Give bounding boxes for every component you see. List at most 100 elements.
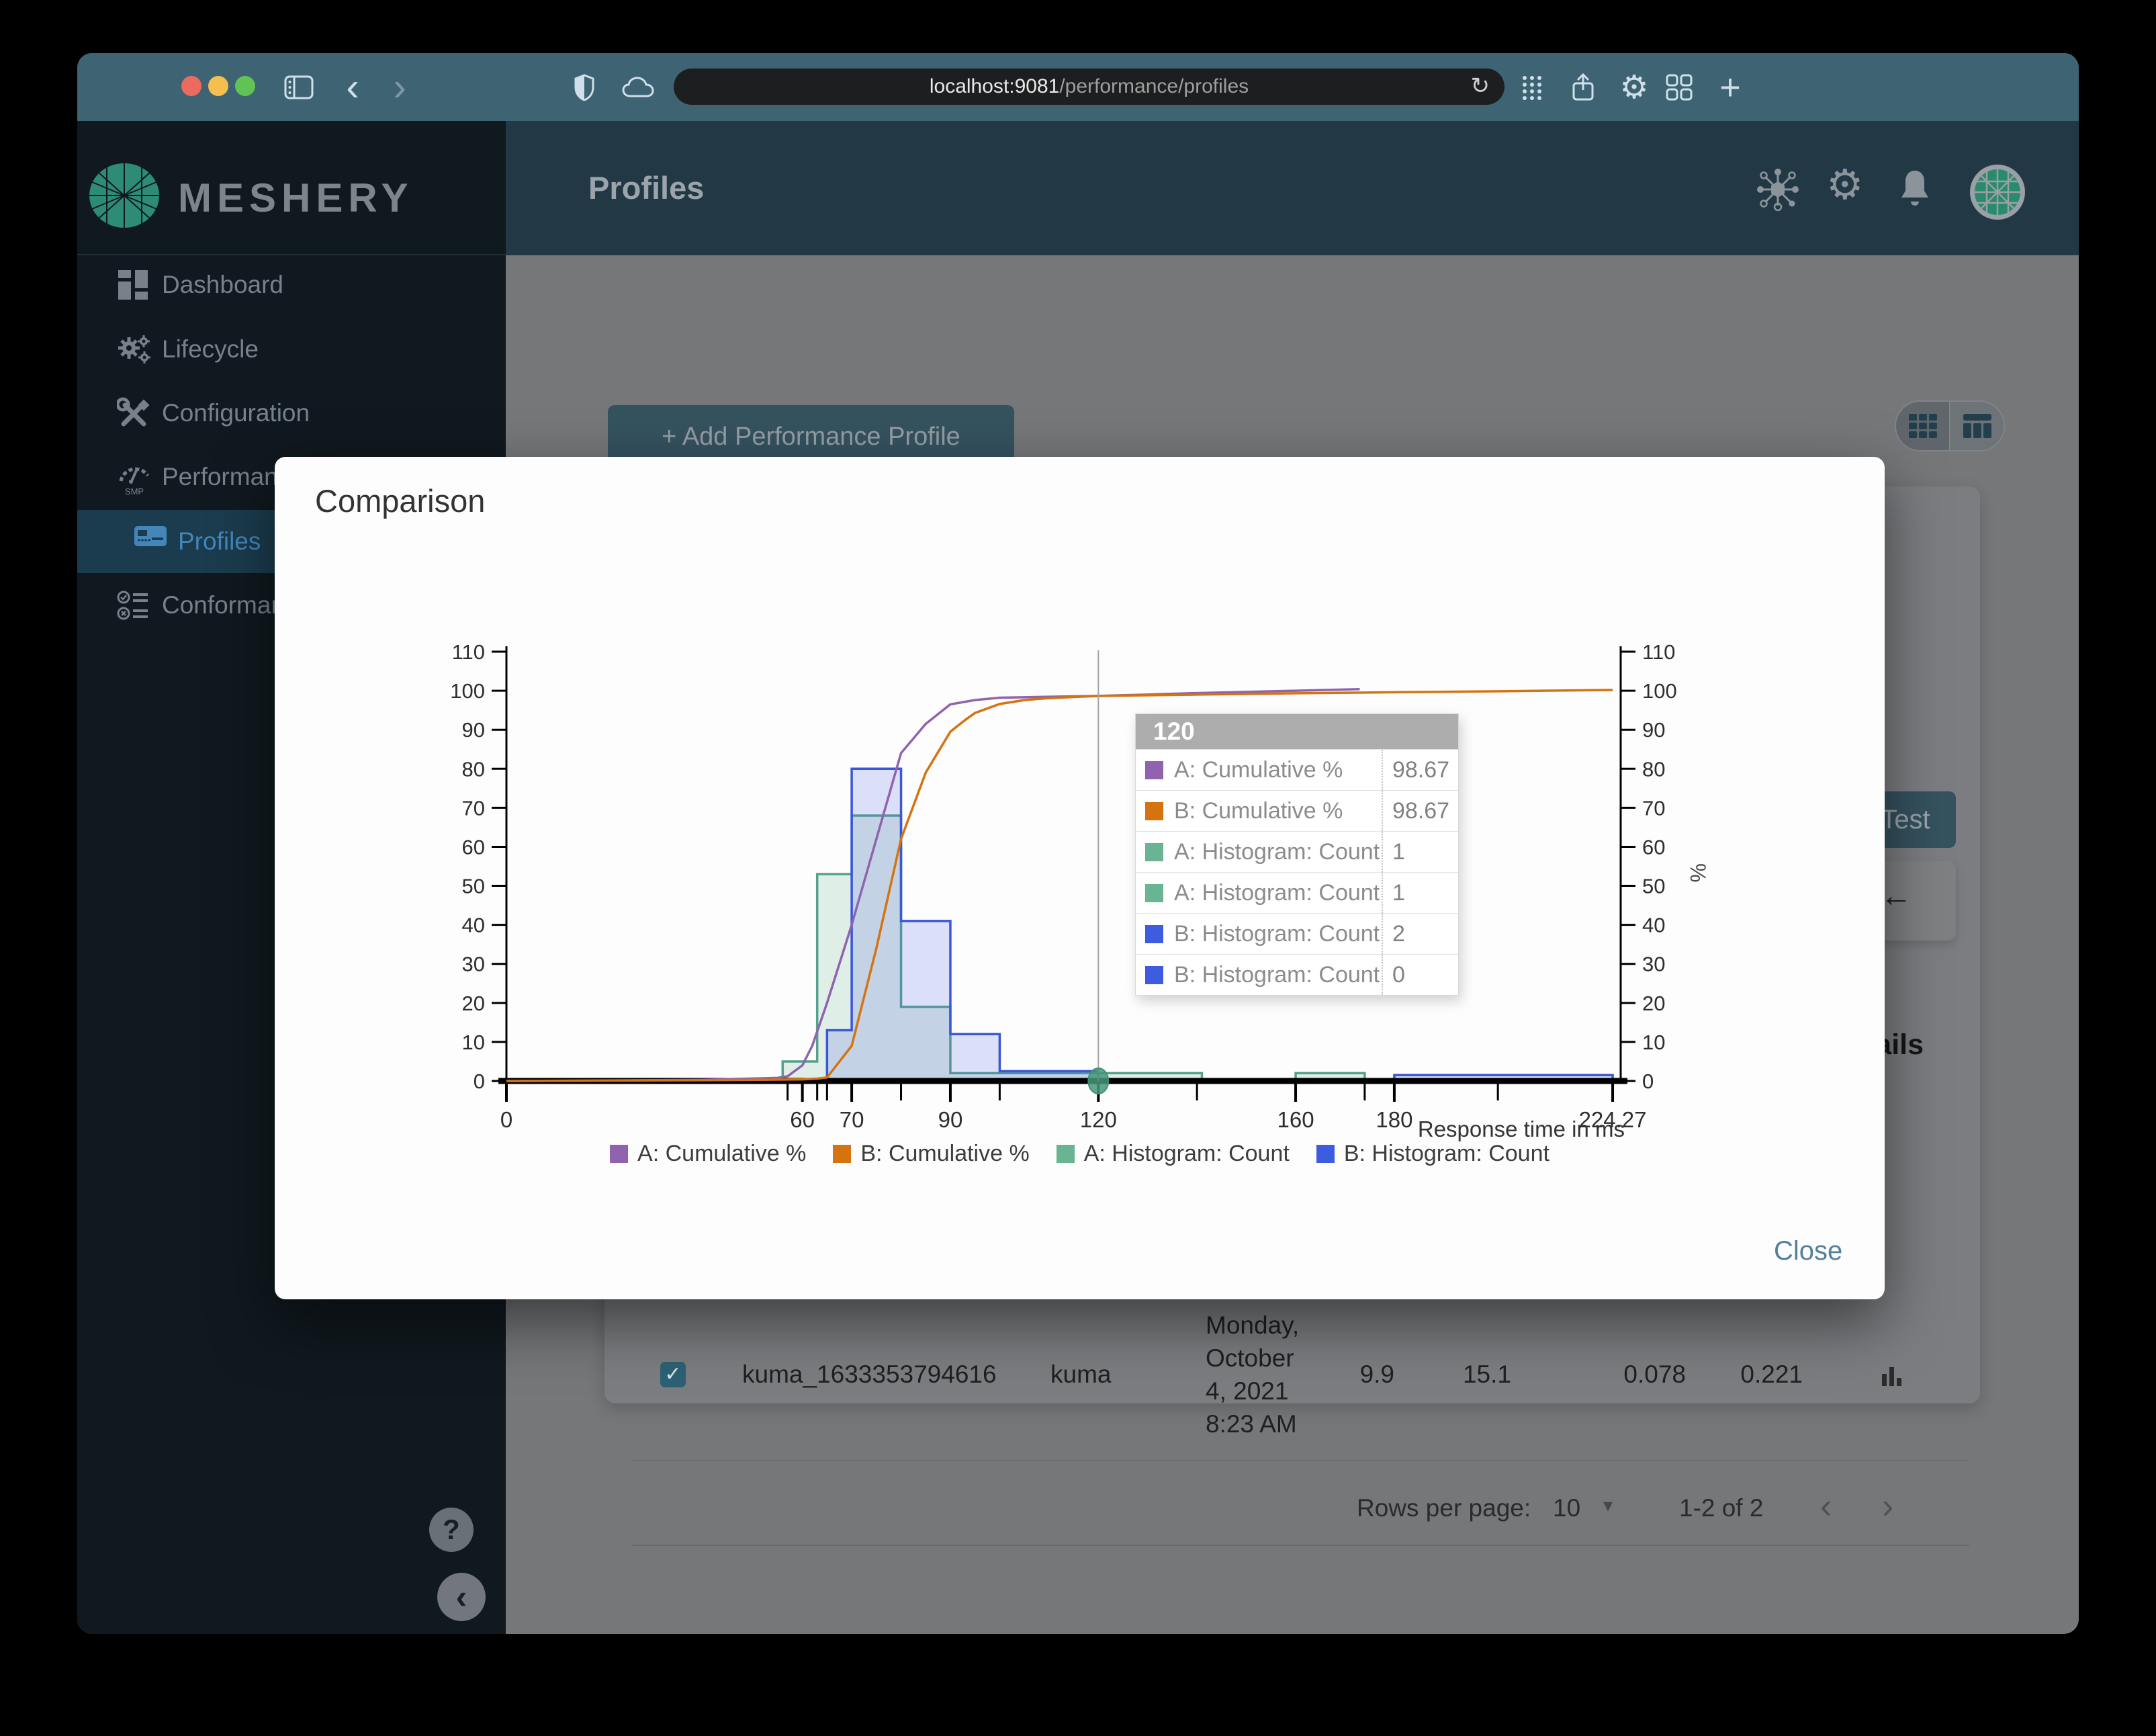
y-axis-tick-right: 70 — [1642, 796, 1665, 820]
row-mesh: kuma — [1050, 1360, 1112, 1388]
y-axis-tick-right: 110 — [1642, 640, 1675, 664]
chevron-down-icon[interactable]: ▾ — [1603, 1494, 1613, 1516]
avatar[interactable] — [1969, 164, 2026, 224]
legend-swatch — [1056, 1145, 1075, 1163]
tooltip-row: B: Histogram: Count 2 — [1136, 913, 1458, 954]
legend-label: B: Cumulative % — [860, 1141, 1030, 1166]
row-duration: 15.1 — [1462, 1360, 1511, 1388]
row-name[interactable]: kuma_1633353794616 — [742, 1360, 997, 1389]
table-view-button[interactable] — [1950, 402, 2004, 450]
sidebar-item-configuration[interactable]: Configuration — [77, 382, 506, 445]
tooltip-row: B: Histogram: Count 0 — [1136, 954, 1458, 995]
sidebar-item-dashboard[interactable]: Dashboard — [77, 253, 506, 316]
rows-per-page-select[interactable]: 10 — [1553, 1494, 1580, 1522]
row-qps: 9.9 — [1359, 1360, 1394, 1388]
notifications-bell-icon[interactable] — [1897, 168, 1932, 213]
url-path: /performance/profiles — [1059, 75, 1249, 97]
previous-page-button[interactable]: ‹ — [1820, 1486, 1832, 1526]
y-axis-label-right: % — [1686, 863, 1710, 882]
x-axis-tick: 180 — [1376, 1107, 1412, 1132]
legend-item[interactable]: A: Histogram: Count — [1056, 1141, 1290, 1167]
row-date-line: October — [1206, 1344, 1294, 1372]
cloud-icon[interactable] — [618, 53, 658, 121]
tooltip-label: A: Histogram: Count — [1174, 838, 1380, 865]
tab-grid-icon[interactable] — [1512, 53, 1552, 121]
tooltip-title: 120 — [1136, 714, 1458, 749]
legend-item[interactable]: A: Cumulative % — [610, 1141, 806, 1167]
settings-gear-icon[interactable]: ⚙ — [1614, 53, 1654, 121]
browser-toolbar: ‹ › localhost:9081/performance/profiles … — [77, 53, 2079, 121]
traffic-zoom-button[interactable] — [235, 76, 255, 96]
row-chart-icon[interactable] — [1878, 1362, 1905, 1395]
tooltip-value: 98.67 — [1382, 791, 1458, 831]
tooltip-row: A: Histogram: Count 1 — [1136, 831, 1458, 872]
legend-item[interactable]: B: Histogram: Count — [1316, 1141, 1549, 1167]
y-axis-tick-left: 110 — [452, 640, 485, 664]
pagination-range: 1-2 of 2 — [1679, 1494, 1764, 1522]
legend-swatch — [610, 1145, 629, 1163]
legend-item[interactable]: B: Cumulative % — [833, 1141, 1030, 1167]
x-axis-tick: 60 — [790, 1107, 815, 1132]
reload-icon[interactable]: ↻ — [1471, 73, 1490, 99]
forward-button[interactable]: › — [379, 53, 420, 121]
tooltip-swatch — [1145, 965, 1163, 984]
tooltip-swatch — [1145, 761, 1163, 779]
tooltip-swatch — [1145, 801, 1163, 820]
sidebar-toggle-icon[interactable] — [279, 53, 319, 121]
close-button[interactable]: Close — [1774, 1236, 1842, 1266]
url-host: localhost:9081 — [929, 75, 1060, 97]
comparison-modal: Comparison 0 0 10 10 20 20 30 30 40 40 50 50 60 60 70 7… — [275, 457, 1885, 1299]
sidebar-item-label: Dashboard — [162, 271, 284, 298]
row-date-line: 4, 2021 — [1206, 1377, 1289, 1405]
new-tab-plus-icon[interactable]: + — [1710, 53, 1750, 121]
x-axis-tick: 160 — [1277, 1107, 1314, 1132]
tooltip-value: 98.67 — [1382, 750, 1458, 790]
y-axis-tick-right: 0 — [1642, 1070, 1654, 1093]
y-axis-tick-left: 90 — [462, 718, 485, 742]
tooltip-label: B: Histogram: Count — [1174, 961, 1380, 988]
back-button[interactable]: ‹ — [332, 53, 373, 121]
back-arrow-icon[interactable]: ← — [1880, 877, 1912, 914]
legend-label: A: Histogram: Count — [1083, 1141, 1290, 1166]
table-row-divider — [631, 1460, 1969, 1461]
row-date-line: 8:23 AM — [1206, 1410, 1297, 1438]
mesh-adapters-icon[interactable] — [1756, 168, 1799, 214]
next-page-button[interactable]: › — [1882, 1486, 1893, 1526]
url-bar[interactable]: localhost:9081/performance/profiles ↻ — [674, 69, 1504, 105]
row-p50: 0.078 — [1623, 1360, 1686, 1388]
traffic-minimize-button[interactable] — [208, 76, 228, 96]
y-axis-tick-right: 10 — [1642, 1031, 1665, 1054]
share-icon[interactable] — [1563, 53, 1603, 121]
y-axis-tick-left: 50 — [462, 875, 485, 898]
help-button[interactable]: ? — [429, 1508, 474, 1552]
dashboard-icon — [117, 269, 149, 301]
y-axis-tick-right: 80 — [1642, 757, 1665, 781]
tooltip-row: B: Cumulative % 98.67 — [1136, 790, 1458, 831]
legend-label: A: Cumulative % — [637, 1141, 807, 1166]
grid-view-button[interactable] — [1896, 402, 1950, 450]
legend-swatch — [1316, 1145, 1335, 1163]
extensions-grid-icon[interactable] — [1659, 53, 1699, 121]
y-axis-tick-left: 60 — [462, 835, 485, 859]
tooltip-value: 0 — [1382, 955, 1458, 995]
collapse-sidebar-button[interactable]: ‹ — [437, 1573, 486, 1621]
traffic-close-button[interactable] — [181, 76, 201, 96]
sidebar-item-lifecycle[interactable]: Lifecycle — [77, 318, 506, 381]
gear-icon[interactable]: ⚙ — [1826, 160, 1864, 209]
x-axis-tick: 120 — [1080, 1107, 1117, 1132]
row-checkbox[interactable]: ✓ — [660, 1362, 686, 1387]
y-axis-tick-right: 90 — [1642, 718, 1665, 742]
brand-row[interactable]: MESHERY — [77, 121, 506, 255]
tooltip-row: A: Cumulative % 98.67 — [1136, 749, 1458, 790]
sidebar-item-label: Lifecycle — [162, 335, 259, 363]
chart-legend: A: Cumulative % B: Cumulative % A: Histogr… — [275, 1141, 1885, 1167]
x-axis-tick: 90 — [938, 1107, 963, 1132]
page-title: Profiles — [588, 170, 705, 206]
y-axis-tick-left: 30 — [462, 953, 485, 976]
y-axis-tick-right: 100 — [1642, 679, 1677, 703]
legend-label: B: Histogram: Count — [1343, 1141, 1549, 1166]
x-axis-label: Response time in ms — [1418, 1117, 1625, 1141]
privacy-shield-icon[interactable] — [564, 53, 604, 121]
y-axis-tick-left: 80 — [462, 757, 485, 781]
comparison-chart[interactable]: 0 010 1020 2030 3040 4050 5060 6070 7080 8090 9010… — [275, 457, 1885, 1299]
